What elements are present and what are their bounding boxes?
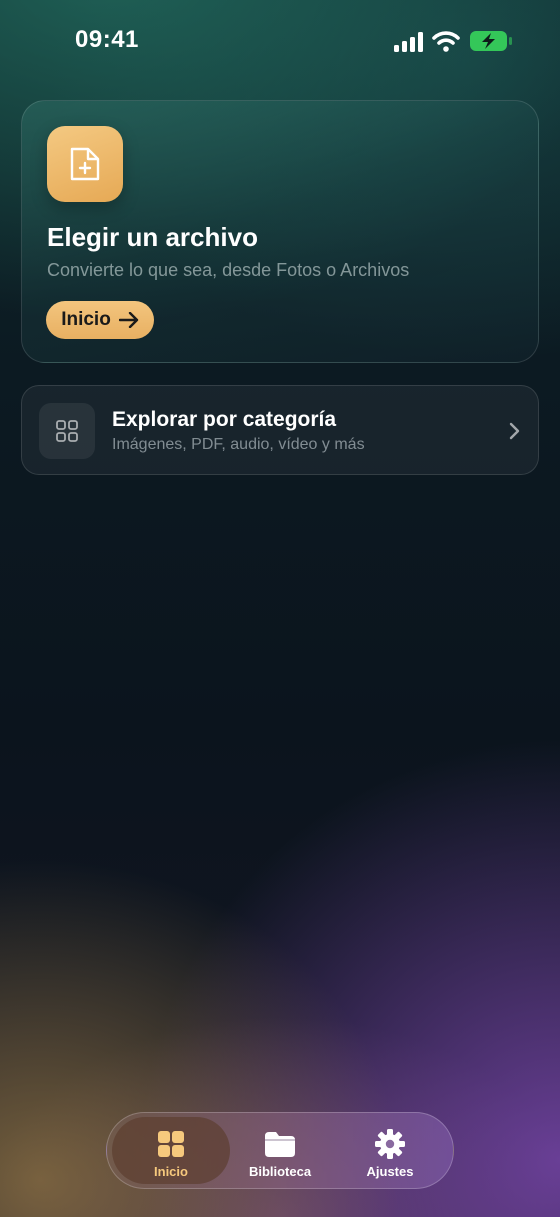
upload-icon-tile [47,126,123,202]
browse-category-row[interactable]: Explorar por categoría Imágenes, PDF, au… [21,385,539,475]
wifi-icon [432,31,460,52]
category-title: Explorar por categoría [112,408,337,431]
upload-title: Elegir un archivo [47,222,258,252]
tab-ajustes[interactable]: Ajustes [333,1117,447,1184]
category-subtitle: Imágenes, PDF, audio, vídeo y más [112,436,365,453]
tab-label: Biblioteca [248,1164,312,1179]
grid-icon [56,420,78,442]
status-bar: 09:41 [0,0,560,80]
upload-card: Elegir un archivo Convierte lo que sea, … [21,100,539,363]
battery-charging-icon [470,31,512,51]
tab-label: Ajustes [366,1164,414,1179]
tab-inicio[interactable]: Inicio [112,1117,230,1184]
arrow-right-icon [118,312,139,328]
chevron-right-icon [509,422,520,440]
file-plus-icon [70,147,100,181]
grid-icon [158,1131,184,1157]
start-button[interactable]: Inicio [46,301,154,339]
tab-biblioteca[interactable]: Biblioteca [223,1117,337,1184]
start-button-label: Inicio [61,309,111,330]
category-icon-tile [39,403,95,459]
folder-icon [265,1132,295,1157]
tab-label: Inicio [154,1164,188,1179]
tab-bar: Inicio Biblioteca Ajustes [106,1112,454,1189]
cellular-signal-icon [394,32,423,52]
gear-icon [375,1129,405,1159]
upload-subtitle: Convierte lo que sea, desde Fotos o Arch… [47,260,410,280]
status-time: 09:41 [75,26,139,53]
